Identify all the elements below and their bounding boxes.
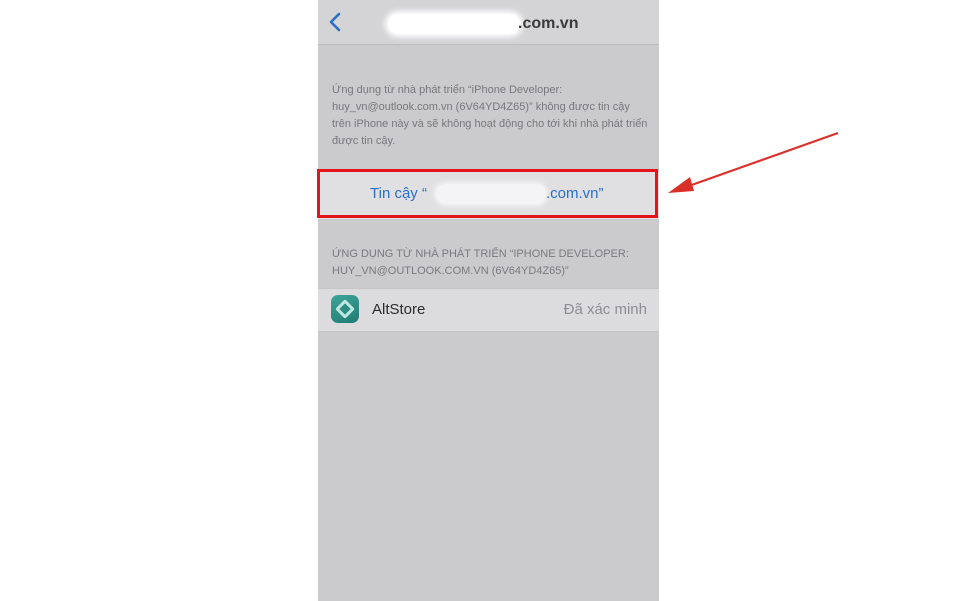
- nav-title: .com.vn: [518, 15, 579, 32]
- app-name: AltStore: [372, 301, 426, 318]
- altstore-app-icon: [331, 295, 359, 323]
- developer-apps-section-header: ỨNG DỤNG TỪ NHÀ PHÁT TRIỂN “IPHONE DEVEL…: [332, 248, 629, 277]
- redaction-mark: [388, 14, 520, 34]
- nav-title-group: .com.vn: [388, 12, 608, 34]
- list-item-altstore[interactable]: AltStore Đã xác minh: [318, 288, 659, 332]
- navigation-bar: .com.vn: [318, 0, 659, 45]
- phone-screen: .com.vn Ứng dụng từ nhà phát triển “iPho…: [318, 0, 659, 601]
- annotation-highlight-box: [317, 169, 658, 218]
- app-verification-status: Đã xác minh: [563, 301, 647, 318]
- chevron-left-icon[interactable]: [324, 10, 348, 34]
- untrusted-developer-message: Ứng dụng từ nhà phát triển “iPhone Devel…: [332, 84, 648, 147]
- red-arrow-pointer-icon: [668, 131, 839, 193]
